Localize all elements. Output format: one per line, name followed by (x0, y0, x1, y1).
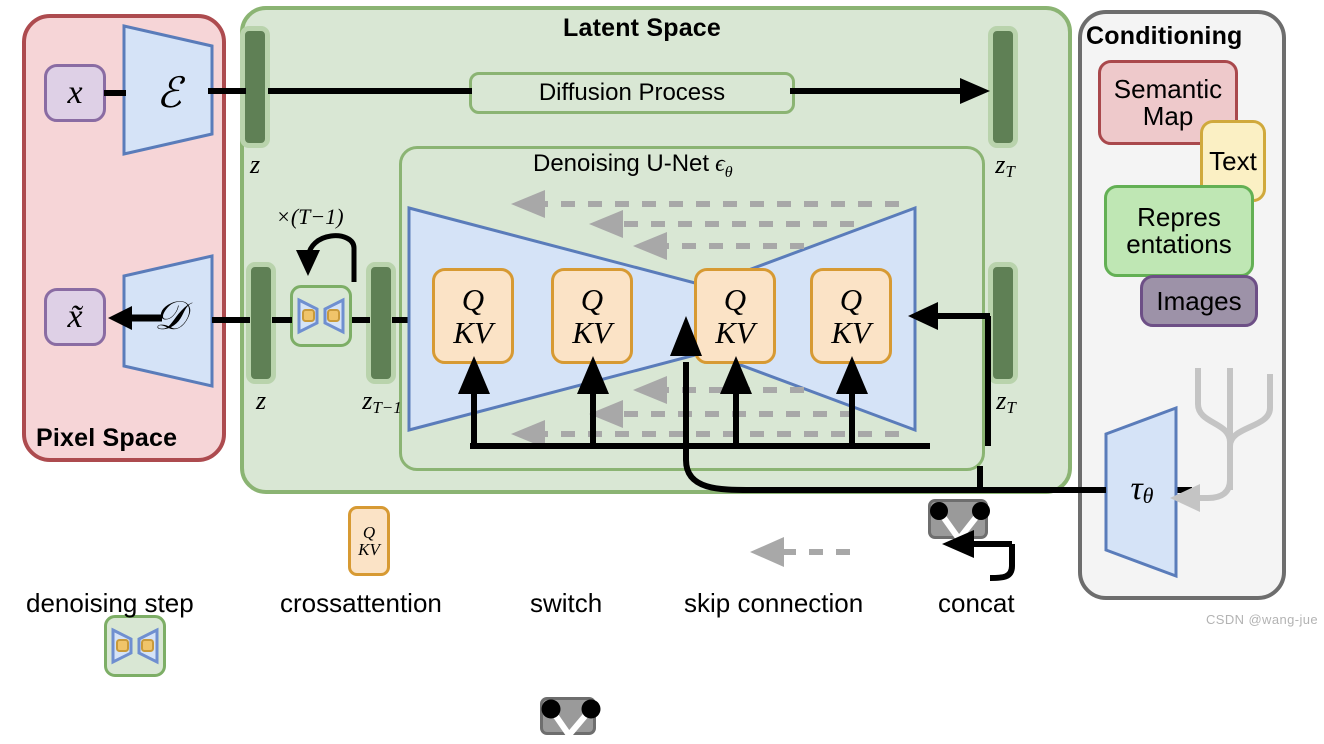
diffusion-process-box: Diffusion Process (469, 72, 795, 114)
conditioning-chip-representations[interactable]: Repres entations (1104, 185, 1254, 277)
conditioning-chip-label-line1: Repres (1137, 202, 1221, 233)
legend-skip-connection-label: skip connection (684, 588, 864, 618)
tau-theta-output-line (1062, 487, 1106, 493)
latent-z-top-label: z (249, 150, 261, 179)
legend-concat-label: concat (938, 588, 1015, 618)
output-image-label: x̃ (67, 298, 83, 335)
input-image-box: x (44, 64, 106, 122)
conditioning-title: Conditioning (1086, 22, 1243, 50)
legend-switch-icon (540, 697, 601, 738)
conditioning-merge-tree (1170, 368, 1273, 512)
x-to-encoder-line (104, 90, 126, 96)
decoder-to-output-arrow (108, 306, 162, 330)
legend-denoising-step-label: denoising step (26, 588, 194, 618)
latent-space-title: Latent Space (563, 14, 722, 42)
legend-crossattention-q: Q (362, 523, 376, 542)
legend-crossattention-label: crossattention (280, 588, 442, 618)
diffusion-process-label: Diffusion Process (538, 79, 726, 106)
latent-zT-top-label: zT (995, 150, 1015, 182)
pixel-space-title: Pixel Space (36, 424, 178, 452)
denoise-loop-arrow (296, 233, 357, 282)
z-to-decoder-line (212, 317, 250, 323)
input-image-label: x (67, 74, 83, 111)
legend-denoising-step-icon (104, 615, 166, 677)
watermark: CSDN @wang-jue (1206, 612, 1318, 627)
diffusion-to-zT-arrow (790, 78, 990, 104)
legend-skip-connection-icon (750, 537, 850, 567)
z-to-diffusion-line (268, 88, 472, 94)
conditioning-chip-label-line2: entations (1126, 229, 1232, 259)
encoder-to-z-line (208, 88, 246, 94)
legend-concat-icon (942, 530, 1015, 581)
legend-switch-label: switch (530, 588, 603, 618)
encoder-label: ℰ (156, 71, 182, 117)
legend-crossattention-kv: KV (358, 540, 380, 559)
legend-crossattention-icon: Q KV (348, 506, 390, 576)
tau-theta-label: τθ (1130, 470, 1154, 509)
conditioning-chip-label: Text (1209, 145, 1257, 176)
latent-z-bottom-label: z (255, 386, 267, 415)
conditioning-chip-images[interactable]: Images (1140, 275, 1258, 327)
conditioning-chip-label: Images (1156, 285, 1242, 316)
output-image-box: x̃ (44, 288, 106, 346)
